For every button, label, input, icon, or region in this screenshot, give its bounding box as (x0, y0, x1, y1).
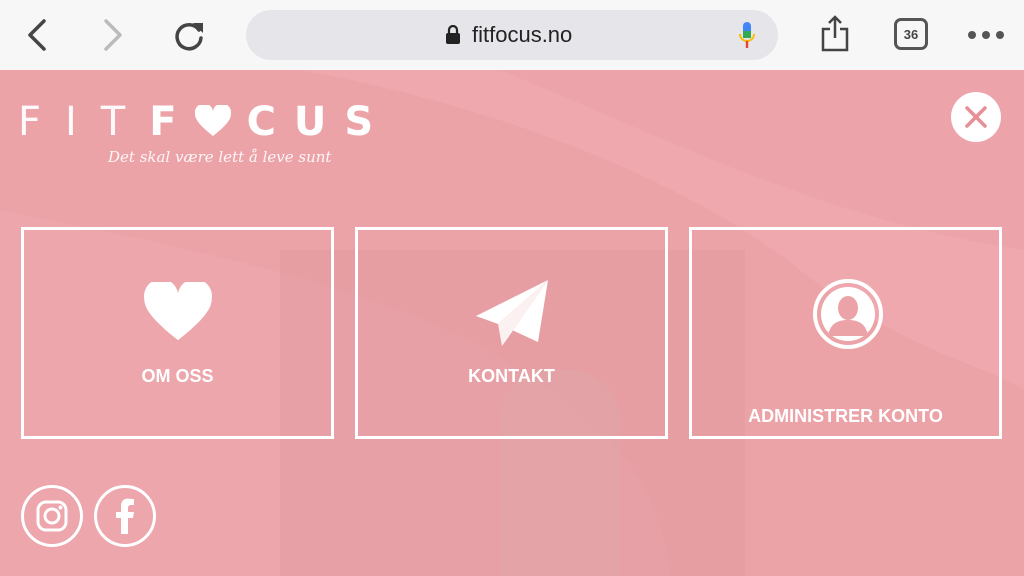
back-icon[interactable] (22, 18, 52, 52)
menu-overlay: FIT F CUS Det skal være lett å leve sunt… (0, 70, 1024, 576)
site-logo[interactable]: FIT F CUS (18, 99, 392, 145)
share-icon[interactable] (818, 14, 852, 54)
logo-text-cus: CUS (246, 99, 392, 145)
menu-tile-administrer-konto[interactable]: ADMINISTRER KONTO (689, 227, 1002, 439)
logo-heart-icon (194, 103, 231, 139)
url-text: fitfocus.no (472, 22, 573, 47)
user-avatar-icon (812, 278, 884, 355)
close-menu-button[interactable] (951, 92, 1001, 142)
instagram-button[interactable] (21, 485, 83, 547)
facebook-icon (116, 498, 134, 534)
browser-toolbar: fitfocus.no 36 (0, 0, 1024, 70)
menu-tile-label: OM OSS (141, 366, 214, 386)
heart-icon (142, 278, 214, 347)
lock-icon (444, 24, 462, 46)
instagram-icon (36, 500, 68, 532)
menu-tile-label: KONTAKT (468, 366, 555, 386)
facebook-button[interactable] (94, 485, 156, 547)
menu-tile-om-oss[interactable]: OM OSS (21, 227, 334, 439)
logo-text-fit: FIT (18, 99, 150, 145)
close-icon (965, 106, 987, 128)
menu-tile-kontakt[interactable]: KONTAKT (355, 227, 668, 439)
more-menu-icon[interactable] (966, 26, 1006, 44)
paper-plane-icon (476, 280, 548, 355)
menu-tile-label: ADMINISTRER KONTO (748, 406, 943, 426)
logo-text-f: F (149, 99, 195, 145)
microphone-icon[interactable] (736, 20, 758, 52)
forward-icon[interactable] (98, 18, 128, 52)
tab-switcher-button[interactable]: 36 (894, 18, 928, 50)
logo-tagline: Det skal være lett å leve sunt (108, 148, 332, 166)
reload-icon[interactable] (170, 17, 208, 55)
